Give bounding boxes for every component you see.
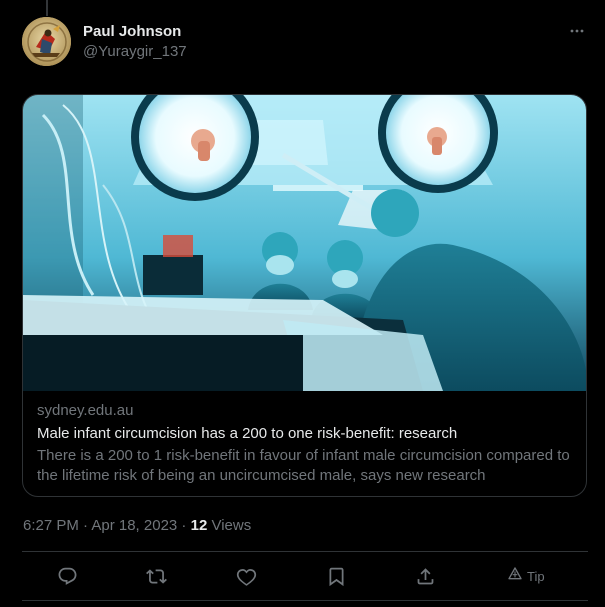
like-button[interactable] bbox=[229, 553, 263, 599]
bookmark-icon bbox=[326, 566, 347, 587]
tip-label: Tip bbox=[527, 568, 545, 584]
card-domain: sydney.edu.au bbox=[37, 402, 134, 419]
link-preview-card[interactable]: sydney.edu.au Male infant circumcision h… bbox=[22, 94, 587, 497]
card-title: Male infant circumcision has a 200 to on… bbox=[37, 425, 458, 442]
share-icon bbox=[415, 566, 436, 587]
divider bbox=[22, 600, 588, 601]
author-names: Paul Johnson @Yuraygir_137 bbox=[83, 23, 187, 61]
reply-button[interactable] bbox=[50, 553, 84, 599]
tweet-actions: Tip bbox=[22, 553, 588, 599]
share-button[interactable] bbox=[408, 553, 442, 599]
thread-connector-line bbox=[46, 0, 48, 16]
views-count: 12 bbox=[190, 517, 208, 534]
tweet-meta: 6:27 PM · Apr 18, 2023 · 12 Views bbox=[23, 516, 251, 536]
tip-icon bbox=[507, 566, 523, 587]
like-icon bbox=[236, 566, 257, 587]
tweet-header: Paul Johnson @Yuraygir_137 bbox=[22, 17, 591, 67]
views-label: Views bbox=[207, 517, 252, 534]
card-text: sydney.edu.au Male infant circumcision h… bbox=[37, 401, 574, 486]
author-handle[interactable]: @Yuraygir_137 bbox=[83, 43, 187, 61]
bookmark-button[interactable] bbox=[319, 553, 353, 599]
meta-separator: · bbox=[177, 517, 191, 534]
tip-button[interactable]: Tip bbox=[507, 553, 545, 599]
tweet-timestamp[interactable]: 6:27 PM · Apr 18, 2023 bbox=[23, 517, 177, 534]
more-options-icon[interactable] bbox=[565, 19, 589, 43]
retweet-button[interactable] bbox=[139, 553, 173, 599]
retweet-icon bbox=[145, 566, 167, 587]
divider bbox=[22, 551, 588, 552]
reply-icon bbox=[57, 566, 78, 587]
author-display-name[interactable]: Paul Johnson bbox=[83, 23, 187, 41]
avatar[interactable] bbox=[22, 17, 71, 66]
card-image-operating-room bbox=[23, 95, 586, 391]
card-description: There is a 200 to 1 risk-benefit in favo… bbox=[37, 447, 570, 484]
